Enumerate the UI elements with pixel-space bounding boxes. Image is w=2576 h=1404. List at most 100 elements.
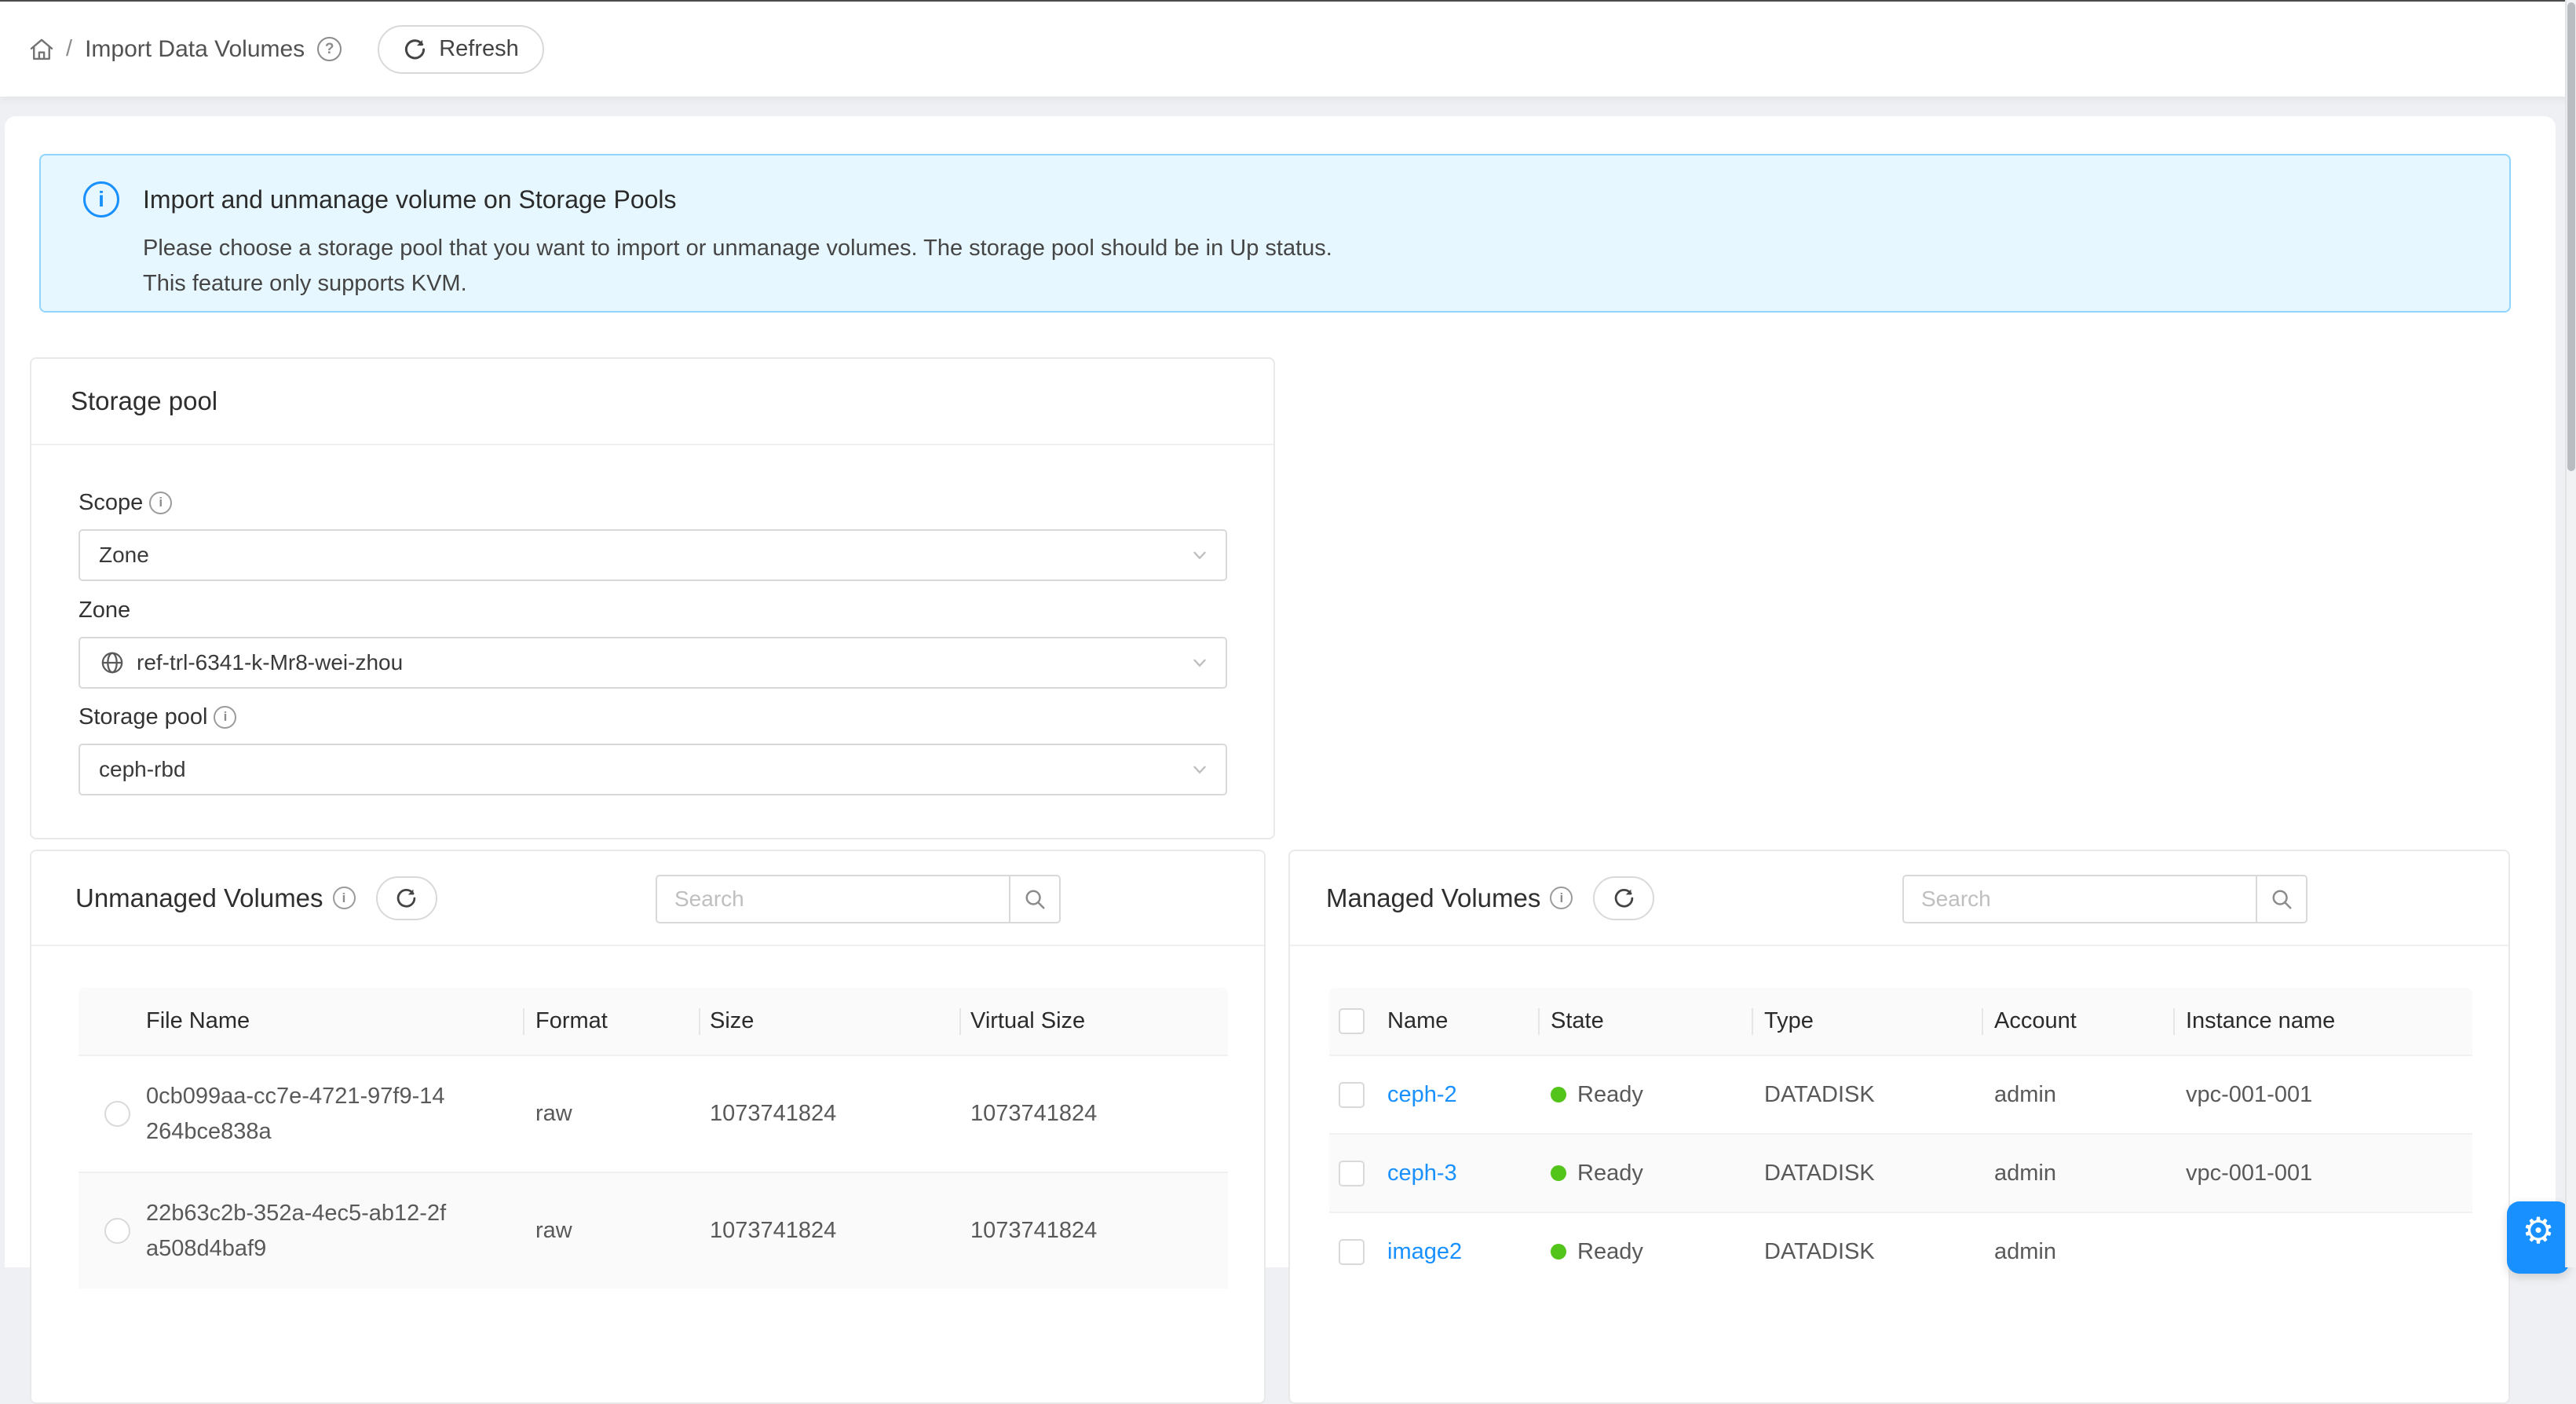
row-radio[interactable]	[104, 1101, 130, 1127]
help-glyph: ?	[325, 42, 334, 57]
size-cell: 1073741824	[699, 1173, 959, 1289]
storage-pool-info-icon[interactable]: i	[214, 706, 236, 729]
volume-link[interactable]: ceph-2	[1387, 1082, 1457, 1108]
settings-fab[interactable]: ⚙	[2507, 1201, 2570, 1274]
info-circle-icon: i	[83, 181, 119, 218]
scope-select[interactable]: Zone	[79, 529, 1227, 581]
managed-volumes-table: Name State Type Account Instance name ce…	[1329, 988, 2472, 1290]
name-cell: ceph-2	[1376, 1056, 1538, 1133]
volume-link[interactable]: ceph-3	[1387, 1161, 1457, 1186]
file-name-value: 0cb099aa-cc7e-4721-97f9-14264bce838a	[146, 1079, 448, 1150]
row-select-cell	[79, 1173, 130, 1289]
managed-volumes-header: Managed Volumes i	[1290, 851, 2508, 946]
format-cell: raw	[523, 1056, 699, 1172]
refresh-label: Refresh	[439, 36, 519, 62]
refresh-button[interactable]: Refresh	[378, 25, 544, 74]
column-state: State	[1538, 988, 1752, 1055]
column-name: Name	[1376, 988, 1538, 1055]
instance-cell: vpc-001-001	[2173, 1056, 2472, 1133]
unmanaged-volumes-title: Unmanaged Volumes	[75, 883, 323, 913]
storage-pool-card: Storage pool Scope i Zone Zone ref-trl-6…	[30, 357, 1275, 839]
info-glyph: i	[159, 495, 163, 510]
home-icon[interactable]	[28, 36, 55, 63]
name-cell: image2	[1376, 1213, 1538, 1290]
format-cell: raw	[523, 1173, 699, 1289]
select-all-checkbox[interactable]	[1339, 1008, 1365, 1034]
alert-title: Import and unmanage volume on Storage Po…	[143, 185, 677, 214]
scrollbar[interactable]	[2565, 0, 2576, 1267]
info-glyph: i	[224, 709, 228, 725]
zone-label: Zone	[79, 592, 1227, 628]
reload-icon	[1613, 887, 1635, 909]
storage-pool-field: Storage pool i ceph-rbd	[79, 699, 1227, 795]
alert-line1: Please choose a storage pool that you wa…	[143, 231, 1332, 266]
unmanaged-refresh-button[interactable]	[376, 876, 437, 920]
row-select-cell	[1329, 1135, 1376, 1212]
size-cell: 1073741824	[699, 1056, 959, 1172]
table-row[interactable]: ceph-2 Ready DATADISK admin vpc-001-001	[1329, 1055, 2472, 1133]
scope-info-icon[interactable]: i	[149, 492, 172, 514]
managed-search-button[interactable]	[2256, 875, 2307, 923]
table-row[interactable]: image2 Ready DATADISK admin	[1329, 1212, 2472, 1290]
unmanaged-volumes-card: Unmanaged Volumes i File Name	[30, 850, 1266, 1404]
column-format: Format	[523, 988, 699, 1055]
row-checkbox[interactable]	[1339, 1082, 1365, 1108]
row-radio[interactable]	[104, 1218, 130, 1244]
help-icon[interactable]: ?	[317, 37, 342, 61]
storage-pool-label: Storage pool i	[79, 699, 1227, 735]
globe-icon	[99, 649, 126, 676]
table-row[interactable]: ceph-3 Ready DATADISK admin vpc-001-001	[1329, 1133, 2472, 1212]
status-dot	[1551, 1087, 1566, 1102]
type-cell: DATADISK	[1752, 1056, 1982, 1133]
storage-pool-select[interactable]: ceph-rbd	[79, 744, 1227, 795]
managed-search-input[interactable]	[1902, 875, 2256, 923]
volume-link[interactable]: image2	[1387, 1239, 1462, 1265]
column-account: Account	[1982, 988, 2173, 1055]
zone-select[interactable]: ref-trl-6341-k-Mr8-wei-zhou	[79, 637, 1227, 689]
alert-line2: This feature only supports KVM.	[143, 266, 1332, 302]
select-all-cell	[1329, 988, 1376, 1055]
name-cell: ceph-3	[1376, 1135, 1538, 1212]
type-cell: DATADISK	[1752, 1135, 1982, 1212]
table-row[interactable]: 22b63c2b-352a-4ec5-ab12-2fa508d4baf9 raw…	[79, 1172, 1228, 1289]
row-select-cell	[1329, 1213, 1376, 1290]
window-top-border	[0, 0, 2576, 2]
scope-select-value: Zone	[99, 543, 149, 568]
storage-pool-label-text: Storage pool	[79, 704, 207, 730]
column-virtual-size: Virtual Size	[959, 988, 1228, 1055]
virtual-size-cell: 1073741824	[959, 1173, 1228, 1289]
scrollbar-thumb[interactable]	[2567, 2, 2575, 471]
instance-cell	[2173, 1213, 2472, 1290]
breadcrumb-separator: /	[66, 36, 72, 62]
unmanaged-search	[656, 875, 1061, 923]
status-dot	[1551, 1244, 1566, 1260]
status-dot	[1551, 1165, 1566, 1181]
row-checkbox[interactable]	[1339, 1161, 1365, 1186]
managed-refresh-button[interactable]	[1593, 876, 1654, 920]
state-cell: Ready	[1538, 1056, 1752, 1133]
page-title: Import Data Volumes	[85, 36, 305, 63]
column-instance-name: Instance name	[2173, 988, 2472, 1055]
storage-pool-card-title: Storage pool	[71, 386, 217, 416]
scope-label: Scope i	[79, 484, 1227, 521]
search-icon	[2270, 887, 2293, 911]
row-select-cell	[79, 1056, 130, 1172]
managed-table-header: Name State Type Account Instance name	[1329, 988, 2472, 1055]
scope-field: Scope i Zone	[79, 484, 1227, 581]
info-glyph: i	[342, 890, 346, 906]
unmanaged-select-column	[79, 988, 130, 1055]
scope-label-text: Scope	[79, 490, 143, 516]
info-alert: i Import and unmanage volume on Storage …	[39, 154, 2511, 313]
reload-icon	[403, 37, 427, 61]
account-cell: admin	[1982, 1135, 2173, 1212]
unmanaged-search-button[interactable]	[1009, 875, 1061, 923]
table-row[interactable]: 0cb099aa-cc7e-4721-97f9-14264bce838a raw…	[79, 1055, 1228, 1172]
info-glyph: i	[1559, 890, 1563, 906]
unmanaged-search-input[interactable]	[656, 875, 1009, 923]
state-value: Ready	[1577, 1239, 1643, 1265]
instance-cell: vpc-001-001	[2173, 1135, 2472, 1212]
managed-info-icon[interactable]: i	[1550, 887, 1573, 909]
row-checkbox[interactable]	[1339, 1239, 1365, 1265]
file-name-value: 22b63c2b-352a-4ec5-ab12-2fa508d4baf9	[146, 1196, 448, 1267]
unmanaged-info-icon[interactable]: i	[333, 887, 356, 909]
